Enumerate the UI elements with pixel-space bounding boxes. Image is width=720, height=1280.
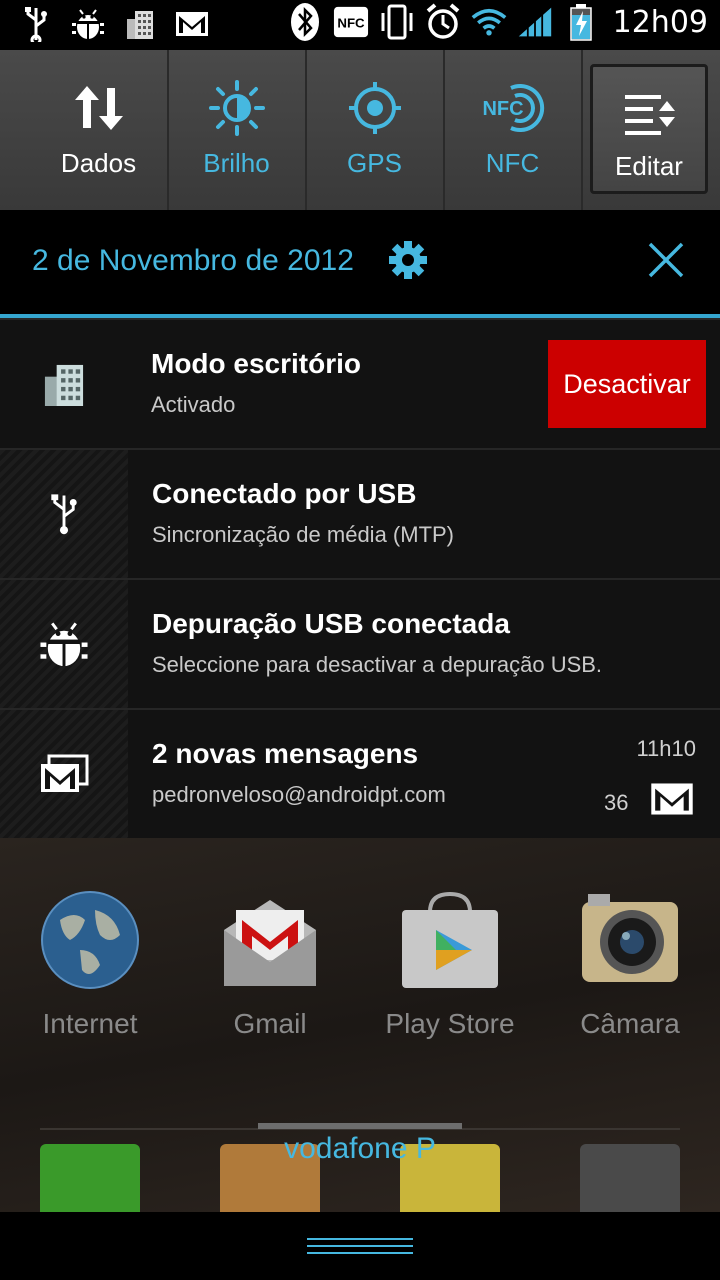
gmail-icon — [650, 782, 694, 820]
quick-toggle-data[interactable]: Dados — [30, 50, 169, 210]
settings-gear-icon[interactable] — [388, 240, 428, 284]
gmail-icon — [174, 6, 210, 42]
unread-count: 36 — [604, 790, 629, 815]
quick-toggle-label: GPS — [347, 148, 402, 178]
home-screen-background: Internet Gmail Play Store Câmara vodafon… — [0, 838, 720, 1212]
wifi-icon — [471, 4, 507, 40]
nfc-icon: NFC — [444, 80, 581, 140]
app-label: Internet — [42, 1008, 138, 1039]
notification-subtitle: pedronveloso@androidpt.com — [152, 782, 446, 807]
notification-usb-debugging[interactable]: Depuração USB conectada Seleccione para … — [0, 578, 720, 708]
current-date: 2 de Novembro de 2012 — [32, 244, 354, 277]
notification-usb-connected[interactable]: Conectado por USB Sincronização de média… — [0, 448, 720, 578]
edit-button[interactable]: Editar — [590, 64, 708, 194]
app-label: Play Store — [385, 1008, 515, 1039]
edit-list-icon — [593, 89, 705, 149]
camera-icon — [580, 890, 680, 990]
notification-office-mode[interactable]: Modo escritório Activado Desactivar — [0, 318, 720, 448]
android-debug-icon — [34, 614, 94, 674]
data-transfer-icon — [30, 80, 167, 140]
brightness-icon — [168, 80, 305, 140]
quick-toggle-label: NFC — [485, 148, 540, 178]
svg-text:NFC: NFC — [337, 16, 365, 31]
quick-settings-panel: Dados Brilho GPS NFC NFC Editar — [0, 50, 720, 210]
globe-icon — [40, 890, 140, 990]
android-debug-icon — [70, 6, 106, 42]
notification-gmail[interactable]: 2 novas mensagens pedronveloso@androidpt… — [0, 708, 720, 838]
gmail-stack-icon — [34, 744, 94, 804]
drag-handle-icon — [307, 1238, 413, 1259]
notification-title: Depuração USB conectada — [152, 608, 510, 639]
notification-title: Modo escritório — [151, 348, 362, 379]
notification-header: 2 de Novembro de 2012 — [0, 210, 720, 314]
clear-notifications-close-icon[interactable] — [646, 240, 686, 284]
app-label: Gmail — [233, 1008, 307, 1039]
bluetooth-icon — [287, 3, 323, 41]
nfc-icon: NFC — [333, 4, 369, 40]
quick-toggle-label: Editar — [615, 151, 683, 181]
notification-time: 11h10 — [636, 736, 696, 761]
quick-toggle-nfc[interactable]: NFC NFC — [444, 50, 583, 210]
usb-icon — [34, 484, 94, 544]
quick-toggle-brightness[interactable]: Brilho — [168, 50, 307, 210]
notification-subtitle: Activado — [151, 392, 236, 417]
office-building-icon — [122, 6, 158, 42]
alarm-icon — [425, 3, 461, 40]
gmail-app-icon — [220, 890, 320, 990]
notification-title: Conectado por USB — [152, 478, 417, 509]
vibrate-icon — [379, 4, 415, 40]
notification-subtitle: Sincronização de média (MTP) — [152, 522, 455, 547]
carrier-name: vodafone P — [284, 1132, 436, 1165]
office-building-icon — [34, 354, 94, 414]
battery-charging-icon — [563, 4, 599, 41]
svg-text:NFC: NFC — [482, 98, 523, 120]
clock-time: 12h09 — [612, 4, 708, 40]
notification-title: 2 novas mensagens — [152, 738, 419, 769]
notification-shade-handle[interactable] — [0, 1212, 720, 1280]
status-bar: NFC 12h09 — [0, 0, 720, 50]
notification-subtitle: Seleccione para desactivar a depuração U… — [152, 652, 603, 677]
deactivate-button[interactable]: Desactivar — [548, 340, 706, 428]
quick-toggle-label: Brilho — [203, 148, 270, 178]
play-store-icon — [400, 890, 500, 990]
usb-icon — [18, 6, 54, 42]
app-label: Câmara — [580, 1008, 680, 1039]
quick-toggle-gps[interactable]: GPS — [306, 50, 445, 210]
gps-icon — [306, 80, 443, 140]
panel-drag-handle[interactable] — [258, 1123, 462, 1129]
signal-icon — [517, 4, 553, 40]
quick-toggle-label: Dados — [60, 148, 137, 178]
